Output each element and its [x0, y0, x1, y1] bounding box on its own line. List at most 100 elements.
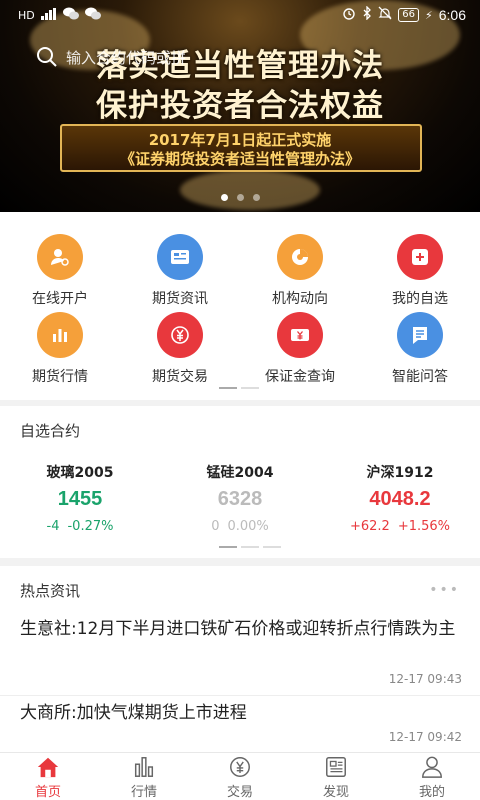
quote-percent: +1.56% — [397, 519, 451, 534]
home-icon — [37, 757, 59, 778]
yen-card-icon — [277, 312, 323, 358]
quote-change: 0 — [211, 519, 220, 534]
news-title: 生意社:12月下半月进口铁矿石价格或迎转折点行情跌为主 — [20, 619, 456, 639]
watchlist-page-indicator[interactable] — [263, 546, 281, 548]
menu-item-my-watchlist[interactable]: 我的自选 — [360, 234, 480, 308]
news-section-title: 热点资讯 — [20, 582, 81, 600]
qa-icon — [397, 312, 443, 358]
news-divider — [0, 695, 480, 696]
banner-glow — [180, 170, 320, 210]
watchlist-pagination — [219, 546, 281, 548]
quote-name: 玻璃2005 — [46, 465, 114, 481]
quote-card[interactable]: 锰硅2004 6328 0 0.00% — [160, 462, 320, 534]
status-bar: HD 66 ⚡ 6:06 — [0, 0, 480, 30]
tab-label: 发现 — [322, 785, 349, 800]
open-account-icon — [37, 234, 83, 280]
quote-card[interactable]: 玻璃2005 1455 -4 -0.27% — [0, 462, 160, 534]
news-item[interactable]: 生意社:12月下半月进口铁矿石价格或迎转折点行情跌为主 12-17 09:43 — [0, 616, 480, 694]
news-time: 12-17 09:43 — [388, 672, 462, 686]
banner-subtitle-line2: 《证券期货投资者适当性管理办法》 — [119, 150, 360, 168]
banner-pagination — [0, 194, 480, 201]
menu-label: 期货行情 — [32, 369, 88, 385]
banner-subtitle-line1: 2017年7月1日起正式实施 — [148, 131, 332, 149]
menu-item-institution-trends[interactable]: 机构动向 — [240, 234, 360, 308]
tab-label: 行情 — [130, 785, 157, 800]
quote-card[interactable]: 沪深1912 4048.2 +62.2 +1.56% — [320, 462, 480, 534]
pie-chart-icon — [277, 234, 323, 280]
watchlist-page-indicator[interactable] — [219, 546, 237, 548]
news-title: 大商所:加快气煤期货上市进程 — [20, 703, 247, 723]
watchlist-section: 自选合约 玻璃2005 1455 -4 -0.27% 锰硅2004 6328 00… — [0, 406, 480, 558]
search-placeholder[interactable]: 输入合约代码或拼 — [66, 47, 186, 68]
hd-icon: HD — [18, 8, 35, 22]
mute-icon — [378, 6, 392, 24]
search-bar[interactable]: 输入合约代码或拼 — [36, 46, 186, 68]
wechat-icon — [84, 7, 101, 23]
menu-item-margin-query[interactable]: 保证金查询 — [240, 312, 360, 386]
app-home-screen: 落实适当性管理办法 保护投资者合法权益 2017年7月1日起正式实施 《证券期货… — [0, 0, 480, 800]
menu-label: 智能问答 — [392, 369, 448, 385]
quote-change: -4 — [46, 519, 60, 534]
charging-icon: ⚡ — [425, 8, 433, 22]
quote-name: 沪深1912 — [366, 465, 434, 481]
bottom-tab-bar: 首页 行情 交易 发现 我的 — [0, 752, 480, 800]
more-icon[interactable]: ••• — [429, 582, 460, 598]
menu-label: 在线开户 — [32, 291, 88, 307]
menu-label: 我的自选 — [392, 291, 448, 307]
tab-trade[interactable]: 交易 — [192, 753, 288, 800]
menu-item-smart-qa[interactable]: 智能问答 — [360, 312, 480, 386]
banner-dot[interactable] — [252, 194, 260, 201]
menu-item-futures-news[interactable]: 期货资讯 — [120, 234, 240, 308]
tab-profile[interactable]: 我的 — [384, 753, 480, 800]
signal-icon — [40, 7, 57, 23]
menu-label: 期货资讯 — [152, 291, 208, 307]
menu-page-indicator[interactable] — [219, 387, 237, 389]
add-favorite-icon — [397, 234, 443, 280]
quote-change: +62.2 — [349, 519, 390, 534]
quote-percent: -0.27% — [67, 519, 114, 534]
discover-icon — [326, 757, 346, 777]
quote-price: 1455 — [57, 488, 103, 510]
promo-banner[interactable]: 落实适当性管理办法 保护投资者合法权益 2017年7月1日起正式实施 《证券期货… — [0, 0, 480, 212]
banner-dot[interactable] — [236, 194, 244, 201]
quote-change-row: +62.2 +1.56% — [320, 519, 480, 534]
status-time: 6:06 — [438, 7, 466, 23]
wechat-icon — [62, 7, 79, 23]
yen-icon — [157, 312, 203, 358]
bar-chart-icon — [37, 312, 83, 358]
search-icon[interactable] — [36, 46, 58, 68]
menu-label: 保证金查询 — [265, 369, 335, 385]
menu-item-open-account[interactable]: 在线开户 — [0, 234, 120, 308]
hot-news-section: 热点资讯 ••• 生意社:12月下半月进口铁矿石价格或迎转折点行情跌为主 12-… — [0, 566, 480, 752]
menu-page-indicator[interactable] — [241, 387, 259, 389]
quote-name: 锰硅2004 — [206, 465, 274, 481]
market-icon — [134, 757, 154, 777]
banner-title-line2: 保护投资者合法权益 — [96, 88, 384, 124]
menu-label: 期货交易 — [152, 369, 208, 385]
news-icon — [157, 234, 203, 280]
tab-discover[interactable]: 发现 — [288, 753, 384, 800]
trade-icon — [230, 757, 250, 777]
tab-label: 我的 — [418, 785, 445, 800]
quote-price: 4048.2 — [369, 488, 431, 510]
tab-label: 首页 — [34, 785, 61, 800]
battery-indicator: 66 — [398, 8, 420, 22]
quote-percent: 0.00% — [227, 519, 269, 534]
news-time: 12-17 09:42 — [388, 730, 462, 744]
menu-item-futures-quotes[interactable]: 期货行情 — [0, 312, 120, 386]
tab-home[interactable]: 首页 — [0, 753, 96, 800]
news-item[interactable]: 大商所:加快气煤期货上市进程 12-17 09:42 — [0, 700, 480, 752]
alarm-icon — [342, 6, 356, 24]
profile-icon — [422, 756, 442, 778]
menu-item-futures-trade[interactable]: 期货交易 — [120, 312, 240, 386]
quick-menu: 在线开户 期货资讯 机构动向 我的自选 期货行情 期货交易 保证金查询 智能问答 — [0, 212, 480, 400]
menu-label: 机构动向 — [272, 291, 328, 307]
quote-change-row: 0 0.00% — [160, 519, 320, 534]
banner-dot[interactable] — [220, 194, 228, 201]
tab-market[interactable]: 行情 — [96, 753, 192, 800]
menu-pagination — [219, 387, 259, 389]
tab-label: 交易 — [226, 785, 253, 800]
quote-change-row: -4 -0.27% — [0, 519, 160, 534]
watchlist-page-indicator[interactable] — [241, 546, 259, 548]
bluetooth-icon — [362, 5, 372, 24]
